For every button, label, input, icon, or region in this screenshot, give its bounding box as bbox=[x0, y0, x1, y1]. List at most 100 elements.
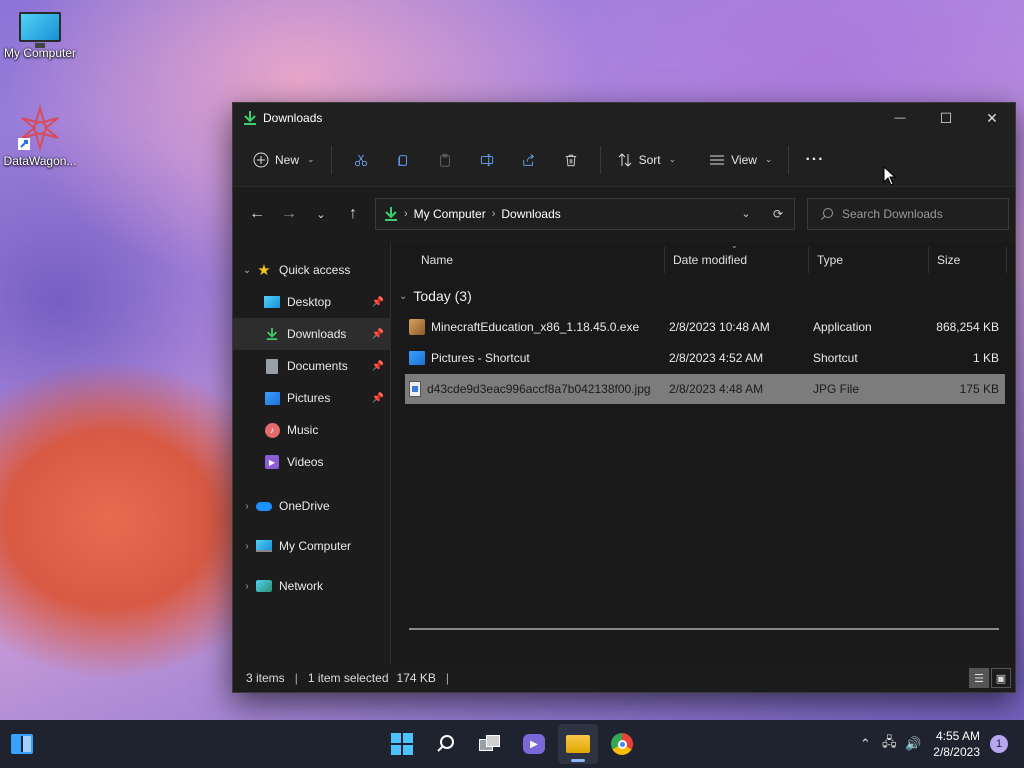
chevron-down-icon[interactable]: ⌄ bbox=[239, 265, 255, 276]
chevron-right-icon[interactable]: › bbox=[239, 541, 255, 552]
sidebar-item-pictures[interactable]: Pictures 📌 bbox=[233, 382, 390, 414]
shortcut-pictures-icon bbox=[409, 351, 425, 365]
sidebar-item-desktop[interactable]: Desktop 📌 bbox=[233, 286, 390, 318]
forward-button[interactable]: → bbox=[273, 199, 305, 229]
file-name: MinecraftEducation_x86_1.18.45.0.exe bbox=[431, 320, 640, 334]
search-icon bbox=[437, 735, 454, 752]
arrow-right-icon: → bbox=[281, 205, 297, 222]
refresh-icon[interactable]: ⟳ bbox=[762, 207, 794, 221]
breadcrumb-my-computer[interactable]: My Computer bbox=[414, 207, 486, 221]
close-icon: ✕ bbox=[986, 109, 998, 126]
new-button[interactable]: New ⌄ bbox=[245, 144, 323, 176]
sidebar-item-videos[interactable]: ▶ Videos bbox=[233, 446, 390, 478]
file-name: Pictures - Shortcut bbox=[431, 351, 530, 365]
column-header-size[interactable]: Size bbox=[929, 247, 1007, 273]
tiles-view-icon: ▣ bbox=[995, 672, 1007, 685]
maximize-icon: ☐ bbox=[939, 109, 953, 126]
network-icon[interactable]: 🖧 bbox=[877, 733, 901, 755]
notification-badge[interactable]: 1 bbox=[990, 735, 1008, 753]
cut-button[interactable] bbox=[346, 144, 376, 176]
group-label: Today (3) bbox=[413, 288, 472, 304]
desktop-folder-icon bbox=[263, 294, 281, 310]
file-date: 2/8/2023 4:48 AM bbox=[669, 382, 764, 396]
sidebar-item-downloads[interactable]: Downloads 📌 bbox=[233, 318, 390, 350]
recent-locations-button[interactable]: ⌄ bbox=[305, 199, 337, 229]
details-view-toggle[interactable]: ☰ bbox=[969, 668, 989, 688]
sidebar-item-music[interactable]: ♪ Music bbox=[233, 414, 390, 446]
search-placeholder: Search Downloads bbox=[842, 207, 943, 221]
chevron-right-icon[interactable]: › bbox=[239, 501, 255, 512]
file-row[interactable]: Pictures - Shortcut 2/8/2023 4:52 AM Sho… bbox=[405, 343, 1005, 373]
teams-chat-button[interactable]: ▶ bbox=[514, 724, 554, 764]
arrow-up-icon: ↑ bbox=[349, 205, 357, 222]
sidebar-item-label: Videos bbox=[287, 455, 324, 469]
sidebar-item-network[interactable]: › Network bbox=[233, 566, 390, 606]
search-icon bbox=[821, 208, 833, 220]
more-dots-icon: ··· bbox=[805, 150, 825, 168]
clock[interactable]: 4:55 AM 2/8/2023 bbox=[933, 728, 980, 760]
start-button[interactable] bbox=[382, 724, 422, 764]
download-arrow-icon bbox=[263, 326, 281, 342]
new-label: New bbox=[275, 152, 300, 167]
sidebar-item-onedrive[interactable]: › OneDrive bbox=[233, 486, 390, 526]
up-button[interactable]: ↑ bbox=[337, 199, 369, 229]
search-taskbar-button[interactable] bbox=[426, 724, 466, 764]
title-bar[interactable]: Downloads — ☐ ✕ bbox=[233, 103, 1015, 133]
download-arrow-icon bbox=[244, 111, 256, 125]
chevron-up-icon[interactable]: ⌃ bbox=[853, 736, 877, 752]
paste-button[interactable] bbox=[430, 144, 460, 176]
column-label: Type bbox=[817, 253, 844, 267]
sidebar-item-label: Downloads bbox=[287, 327, 347, 341]
monitor-icon bbox=[255, 538, 273, 554]
search-input[interactable]: Search Downloads bbox=[807, 198, 1009, 230]
command-bar: New ⌄ Sort ⌄ View ⌄ ··· bbox=[233, 133, 1015, 187]
file-explorer-taskbar-button[interactable] bbox=[558, 724, 598, 764]
address-bar[interactable]: › My Computer › Downloads ⌄ ⟳ bbox=[375, 198, 795, 230]
copy-button[interactable] bbox=[388, 144, 418, 176]
share-button[interactable] bbox=[514, 144, 544, 176]
chrome-taskbar-button[interactable] bbox=[602, 724, 642, 764]
back-button[interactable]: ← bbox=[241, 199, 273, 229]
file-size: 175 KB bbox=[959, 382, 999, 396]
volume-icon[interactable]: 🔊 bbox=[901, 736, 925, 752]
mouse-cursor-icon bbox=[883, 166, 897, 186]
sidebar-item-label: Pictures bbox=[287, 391, 331, 405]
folder-icon bbox=[566, 735, 590, 753]
file-type: Application bbox=[813, 320, 872, 334]
paste-icon bbox=[439, 153, 450, 167]
rename-button[interactable] bbox=[472, 144, 502, 176]
column-header-date[interactable]: ⌄ Date modified bbox=[665, 241, 809, 273]
close-button[interactable]: ✕ bbox=[969, 103, 1015, 133]
file-row-selected[interactable]: d43cde9d3eac996accf8a7b042138f00.jpg 2/8… bbox=[405, 374, 1005, 404]
column-label: Size bbox=[937, 253, 961, 267]
datawagon-icon bbox=[18, 104, 59, 152]
sidebar-item-quick-access[interactable]: ⌄ ★ Quick access bbox=[233, 254, 390, 286]
desktop-icon-my-computer[interactable]: My Computer bbox=[0, 12, 80, 60]
task-view-button[interactable] bbox=[470, 724, 510, 764]
widgets-button[interactable] bbox=[0, 720, 44, 768]
plus-circle-icon bbox=[253, 152, 269, 167]
column-header-type[interactable]: Type bbox=[809, 247, 929, 273]
chevron-right-icon: › bbox=[491, 208, 496, 220]
scissors-icon bbox=[354, 154, 367, 166]
sort-button[interactable]: Sort ⌄ bbox=[609, 144, 685, 176]
breadcrumb-downloads[interactable]: Downloads bbox=[501, 207, 560, 221]
see-more-button[interactable]: ··· bbox=[797, 144, 832, 176]
sidebar-item-my-computer[interactable]: › My Computer bbox=[233, 526, 390, 566]
group-header-today[interactable]: ⌄ Today (3) bbox=[391, 286, 1015, 306]
address-dropdown-icon[interactable]: ⌄ bbox=[730, 207, 762, 221]
chevron-down-icon: ⌄ bbox=[764, 154, 773, 164]
delete-button[interactable] bbox=[556, 144, 586, 176]
sidebar-item-documents[interactable]: Documents 📌 bbox=[233, 350, 390, 382]
desktop-icon-label: DataWagon... bbox=[3, 154, 77, 168]
view-button[interactable]: View ⌄ bbox=[701, 144, 780, 176]
chevron-right-icon[interactable]: › bbox=[239, 581, 255, 592]
column-header-name[interactable]: Name bbox=[391, 247, 665, 273]
tiles-view-toggle[interactable]: ▣ bbox=[991, 668, 1011, 688]
maximize-button[interactable]: ☐ bbox=[923, 103, 969, 133]
chevron-right-icon: › bbox=[404, 208, 408, 220]
file-row[interactable]: MinecraftEducation_x86_1.18.45.0.exe 2/8… bbox=[405, 312, 1005, 342]
minimize-button[interactable]: — bbox=[877, 103, 923, 133]
desktop-icon-datawagon[interactable]: DataWagon... bbox=[0, 104, 80, 168]
horizontal-scrollbar[interactable] bbox=[409, 628, 999, 630]
